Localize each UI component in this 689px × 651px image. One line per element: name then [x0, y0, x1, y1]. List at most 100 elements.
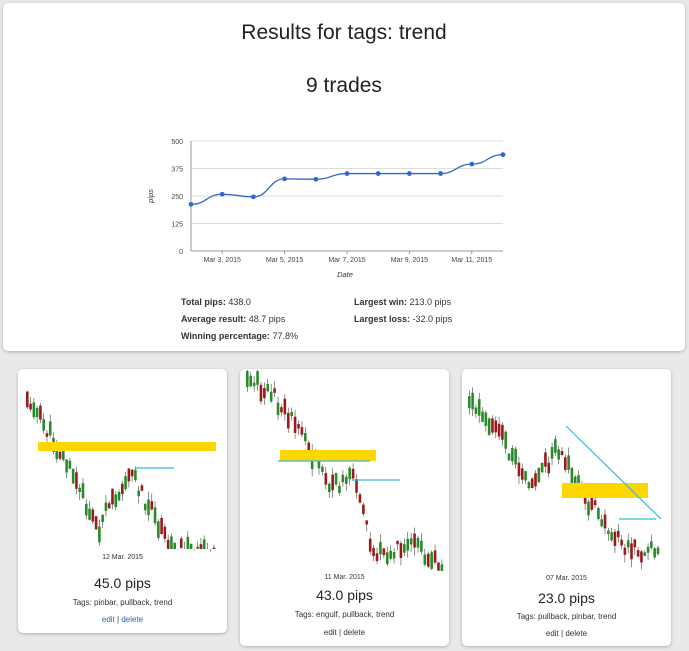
- page-title: Results for tags: trend: [241, 21, 447, 44]
- candle-body: [252, 382, 256, 387]
- candle-body: [351, 468, 355, 479]
- candle-body: [630, 543, 633, 560]
- candle-body: [420, 540, 423, 552]
- candle-body: [471, 392, 474, 410]
- candle-body: [29, 403, 32, 410]
- candle-body: [416, 537, 420, 548]
- candle-body: [338, 485, 341, 494]
- candle-body: [140, 485, 144, 491]
- stats-left: Total pips: 438.0 Average result: 48.7 p…: [181, 294, 298, 345]
- trade-tags: Tags: engulf, pullback, trend: [294, 610, 395, 619]
- trade-card[interactable]: 11 Mar. 2015 43.0 pips Tags: engulf, pul…: [240, 369, 449, 646]
- candle-body: [474, 407, 478, 414]
- candle-body: [269, 391, 273, 402]
- candle-body: [440, 564, 444, 571]
- data-point: [407, 171, 412, 176]
- delete-link[interactable]: delete: [343, 628, 365, 637]
- candle-body: [334, 472, 338, 485]
- candle-body: [593, 500, 597, 506]
- candle-body: [527, 481, 531, 489]
- candle-body: [101, 514, 104, 523]
- candle-body: [530, 478, 534, 488]
- data-point: [282, 176, 287, 182]
- candle-body: [160, 517, 163, 535]
- candle-body: [199, 544, 203, 549]
- candle-body: [520, 468, 524, 480]
- trade-actions: edit | delete: [462, 629, 671, 638]
- candle-body: [293, 416, 297, 433]
- candle-body: [127, 468, 131, 482]
- candle-body: [65, 459, 68, 473]
- candle-body: [45, 433, 49, 437]
- series-line: [190, 153, 504, 206]
- trade-chart-thumbnail[interactable]: [18, 369, 227, 564]
- candle-body: [554, 439, 557, 453]
- candle-body: [81, 483, 85, 499]
- delete-link[interactable]: delete: [121, 615, 143, 624]
- candle-body: [71, 468, 75, 484]
- x-axis-label: Date: [337, 270, 353, 279]
- candle-body: [35, 407, 39, 418]
- candle-body: [150, 501, 154, 510]
- candle-body: [42, 419, 45, 431]
- edit-link[interactable]: edit: [546, 629, 559, 638]
- edit-link[interactable]: edit: [102, 615, 115, 624]
- candle-body: [134, 469, 137, 481]
- data-point: [251, 194, 256, 200]
- candle-body: [355, 479, 358, 493]
- delete-link[interactable]: delete: [565, 629, 587, 638]
- trade-chart-thumbnail[interactable]: [462, 369, 671, 573]
- data-point: [344, 171, 350, 176]
- candle-body: [433, 550, 437, 563]
- edit-link[interactable]: edit: [324, 628, 337, 637]
- candle-body: [640, 551, 643, 563]
- candle-body: [98, 526, 101, 543]
- data-point: [219, 191, 225, 197]
- trend-line: [565, 425, 662, 520]
- trade-card[interactable]: 07 Mar. 2015 23.0 pips Tags: pullback, p…: [462, 369, 671, 646]
- candle-body: [403, 544, 406, 553]
- candle-body: [263, 387, 266, 399]
- candle-body: [304, 433, 307, 442]
- candle-body: [653, 548, 656, 558]
- trade-date: 07 Mar. 2015: [546, 575, 587, 582]
- average-result-stat: Average result: 48.7 pips: [181, 314, 286, 324]
- candle-body: [196, 546, 199, 549]
- candle-body: [273, 388, 276, 393]
- candle-body: [259, 384, 263, 402]
- candle-body: [107, 503, 111, 509]
- candle-body: [153, 507, 157, 524]
- candle-body: [345, 476, 348, 484]
- candle-body: [84, 503, 88, 516]
- candle-body: [564, 457, 567, 470]
- candle-body: [88, 508, 91, 520]
- candle-body: [481, 411, 484, 423]
- candle-body: [544, 452, 547, 467]
- candle-body: [246, 371, 249, 388]
- candle-body: [256, 371, 259, 385]
- candle-body: [202, 539, 206, 549]
- candle-body: [32, 402, 36, 418]
- trade-card[interactable]: 12 Mar. 2015 45.0 pips Tags: pinbar, pul…: [18, 369, 227, 633]
- candle-body: [511, 447, 514, 462]
- trade-count: 9 trades: [306, 74, 382, 97]
- candle-body: [517, 462, 521, 477]
- trade-pips: 43.0 pips: [316, 587, 373, 603]
- stats-right: Largest win: 213.0 pips Largest loss: -3…: [354, 294, 452, 328]
- x-tick-label: Mar 5, 2015: [266, 257, 303, 264]
- candle-body: [324, 473, 328, 485]
- candle-body: [620, 539, 623, 546]
- candle-body: [26, 391, 29, 408]
- trade-chart-thumbnail[interactable]: [240, 369, 449, 573]
- candle-body: [280, 407, 283, 413]
- action-separator: |: [117, 615, 120, 624]
- candle-body: [610, 532, 613, 541]
- candle-body: [426, 553, 430, 567]
- candle-body: [331, 474, 334, 491]
- candle-body: [643, 552, 647, 556]
- candle-body: [613, 531, 617, 546]
- candle-body: [514, 448, 517, 465]
- y-tick-label: 0: [179, 249, 183, 256]
- trade-actions: edit | delete: [240, 628, 449, 637]
- candle-body: [656, 547, 660, 554]
